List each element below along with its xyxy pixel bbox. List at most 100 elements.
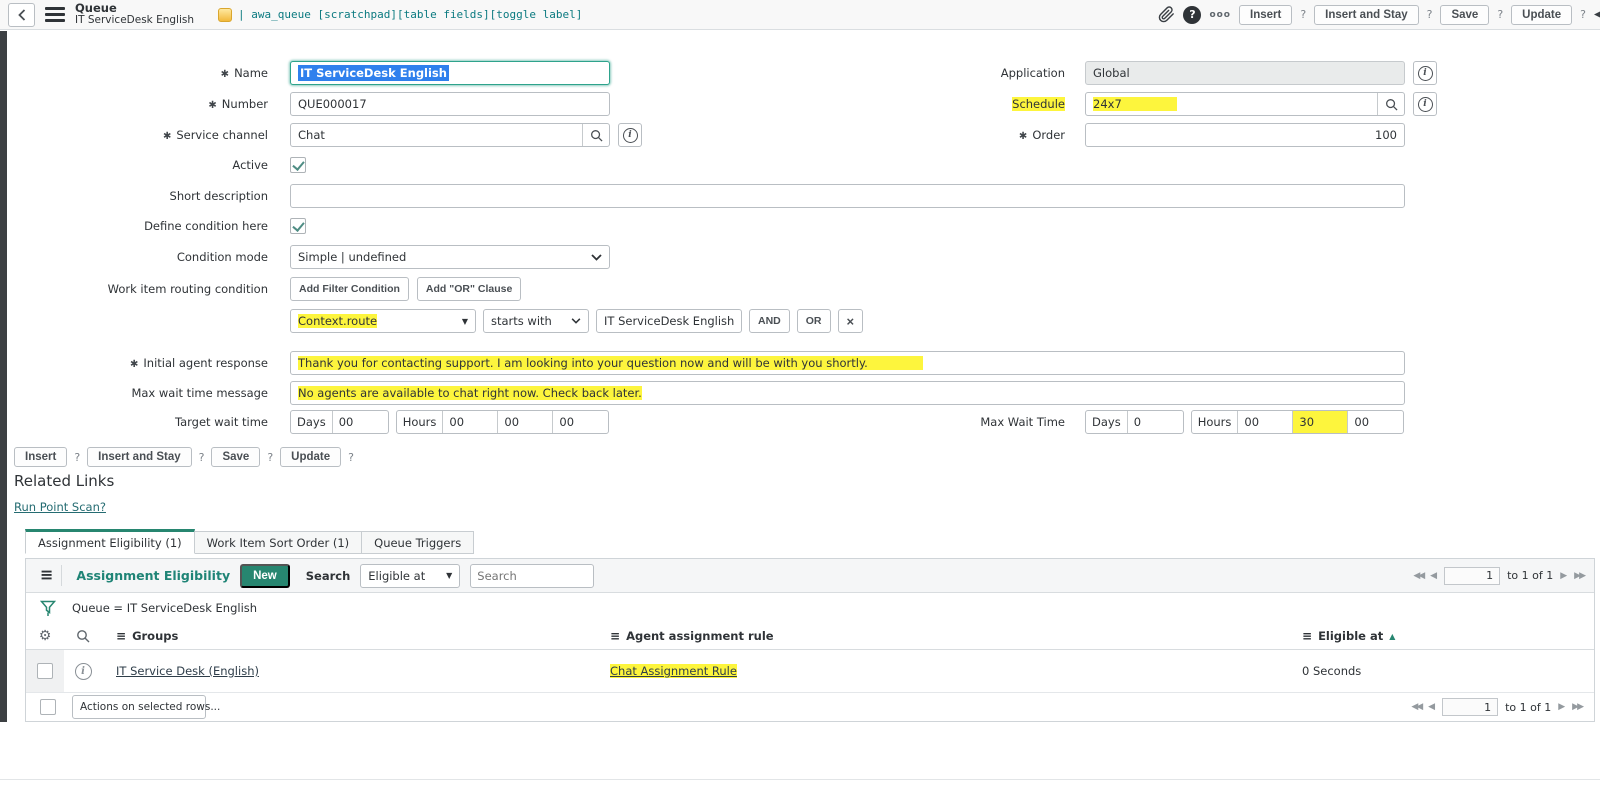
required-icon (208, 97, 216, 111)
max-wait-time-label: Max Wait Time (980, 415, 1065, 429)
target-wait-minutes-input[interactable]: 00 (498, 411, 554, 433)
condition-operator-select[interactable]: starts with (483, 309, 589, 333)
condition-and-button[interactable]: AND (749, 309, 790, 333)
tab-work-item-sort-order[interactable]: Work Item Sort Order (1) (194, 531, 363, 554)
update-button[interactable]: Update (1511, 4, 1573, 25)
first-page-icon[interactable]: ◀◀ (1411, 702, 1423, 712)
order-input[interactable]: 100 (1085, 123, 1405, 147)
help-icon[interactable]: ? (1183, 5, 1202, 24)
row-info-icon[interactable]: i (74, 662, 92, 680)
max-wait-days-group: Days 0 (1085, 410, 1184, 434)
page-number-input[interactable]: 1 (1444, 566, 1501, 585)
max-wait-message-value: No agents are available to chat right no… (298, 386, 642, 400)
name-input[interactable]: IT ServiceDesk English (290, 61, 610, 85)
service-channel-lookup-button[interactable] (582, 124, 609, 146)
max-wait-seconds-input[interactable]: 00 (1348, 411, 1403, 433)
attachment-icon[interactable] (1158, 6, 1175, 23)
initial-agent-response-input[interactable]: Thank you for contacting support. I am l… (290, 351, 1405, 375)
previous-page-icon[interactable]: ◀ (1428, 702, 1435, 712)
schedule-lookup-button[interactable] (1377, 93, 1404, 115)
insert-and-stay-help[interactable]: ? (199, 451, 205, 464)
condition-remove-button[interactable]: × (837, 309, 864, 333)
active-checkbox[interactable] (290, 157, 306, 173)
run-point-scan-link[interactable]: Run Point Scan? (14, 500, 106, 514)
next-page-icon[interactable]: ▶ (1560, 571, 1567, 581)
list-pagination-bottom: ◀◀ ◀ 1 to 1 of 1 ▶ ▶▶ (1411, 698, 1584, 716)
update-button[interactable]: Update (280, 447, 342, 467)
insert-button[interactable]: Insert (14, 447, 68, 467)
close-icon: × (846, 313, 855, 329)
save-help[interactable]: ? (1497, 8, 1503, 21)
max-wait-message-input[interactable]: No agents are available to chat right no… (290, 381, 1405, 405)
select-all-checkbox[interactable] (40, 699, 56, 715)
add-filter-condition-button[interactable]: Add Filter Condition (290, 277, 409, 301)
insert-and-stay-button[interactable]: Insert and Stay (1314, 4, 1419, 25)
column-search-icon[interactable] (76, 629, 90, 643)
column-header-groups[interactable]: ≡ Groups (102, 623, 596, 649)
insert-and-stay-help[interactable]: ? (1427, 8, 1433, 21)
schedule-preview-button[interactable]: i (1413, 92, 1437, 116)
page-number-input[interactable]: 1 (1442, 698, 1499, 716)
initial-agent-response-label: Initial agent response (143, 356, 268, 370)
column-header-eligible-at[interactable]: ≡ Eligible at ▲ (1288, 623, 1594, 649)
required-icon (130, 356, 138, 370)
save-button[interactable]: Save (1440, 4, 1490, 25)
max-wait-days-input[interactable]: 0 (1128, 411, 1183, 433)
short-description-input[interactable] (290, 184, 1405, 208)
tab-assignment-eligibility[interactable]: Assignment Eligibility (1) (25, 529, 195, 554)
list-search-input[interactable] (470, 563, 595, 588)
define-condition-checkbox[interactable] (290, 218, 306, 234)
next-page-icon[interactable]: ▶ (1558, 702, 1565, 712)
last-page-icon[interactable]: ▶▶ (1572, 702, 1584, 712)
search-column-select[interactable]: Eligible at ▼ (360, 563, 461, 588)
update-help[interactable]: ? (1580, 8, 1586, 21)
add-or-clause-button[interactable]: Add "OR" Clause (416, 277, 522, 301)
save-button[interactable]: Save (211, 447, 261, 467)
back-button[interactable] (8, 2, 35, 27)
condition-value-input[interactable]: IT ServiceDesk English (596, 309, 742, 333)
menu-icon[interactable] (45, 7, 65, 22)
insert-help[interactable]: ? (74, 451, 80, 464)
max-wait-minutes-input[interactable]: 30 (1293, 411, 1349, 433)
schedule-input[interactable]: 24x7 (1085, 92, 1405, 116)
condition-mode-select[interactable]: Simple | undefined (290, 245, 610, 269)
target-wait-hours-input[interactable]: 00 (443, 411, 499, 433)
update-help[interactable]: ? (348, 451, 354, 464)
agent-assignment-rule-link[interactable]: Chat Assignment Rule (610, 664, 737, 678)
actions-on-selected-rows-select[interactable]: Actions on selected rows... (72, 695, 220, 719)
insert-help[interactable]: ? (1300, 8, 1306, 21)
new-button[interactable]: New (240, 563, 290, 588)
max-wait-hours-input[interactable]: 00 (1238, 411, 1294, 433)
number-input[interactable]: QUE000017 (290, 92, 610, 116)
tab-queue-triggers[interactable]: Queue Triggers (362, 531, 475, 554)
condition-or-button[interactable]: OR (796, 309, 831, 333)
condition-operator-value: starts with (491, 314, 552, 328)
application-info-button[interactable]: i (1413, 61, 1437, 85)
target-wait-time-label: Target wait time (174, 415, 268, 429)
field-row-application: Application Global i (940, 61, 1437, 85)
condition-field-value: Context.route (298, 314, 378, 328)
filter-funnel-icon[interactable] (40, 600, 56, 617)
actions-select-value: Actions on selected rows... (80, 701, 221, 713)
insert-button[interactable]: Insert (1239, 4, 1293, 25)
list-menu-icon[interactable]: ≡ (36, 565, 63, 586)
service-channel-input[interactable]: Chat (290, 123, 610, 147)
insert-and-stay-button[interactable]: Insert and Stay (87, 447, 192, 467)
target-wait-seconds-input[interactable]: 00 (553, 411, 608, 433)
last-page-icon[interactable]: ▶▶ (1574, 571, 1586, 581)
condition-field-select[interactable]: Context.route ▼ (290, 309, 476, 333)
group-link[interactable]: IT Service Desk (English) (116, 664, 259, 678)
filter-breadcrumb[interactable]: Queue = IT ServiceDesk English (72, 601, 257, 615)
target-wait-days-input[interactable]: 00 (333, 411, 388, 433)
first-page-icon[interactable]: ◀◀ (1413, 571, 1425, 581)
column-header-agent-assignment-rule[interactable]: ≡ Agent assignment rule (596, 623, 1288, 649)
service-channel-preview-button[interactable]: i (618, 123, 642, 147)
previous-page-icon[interactable]: ◀ (1430, 571, 1437, 581)
row-checkbox[interactable] (37, 663, 53, 679)
save-help[interactable]: ? (267, 451, 273, 464)
chevron-down-icon (571, 318, 581, 324)
gear-icon[interactable]: ⚙ (39, 629, 52, 643)
column-label: Groups (132, 629, 179, 643)
more-options-icon[interactable]: ooo (1209, 10, 1231, 20)
short-description-label: Short description (169, 189, 268, 203)
